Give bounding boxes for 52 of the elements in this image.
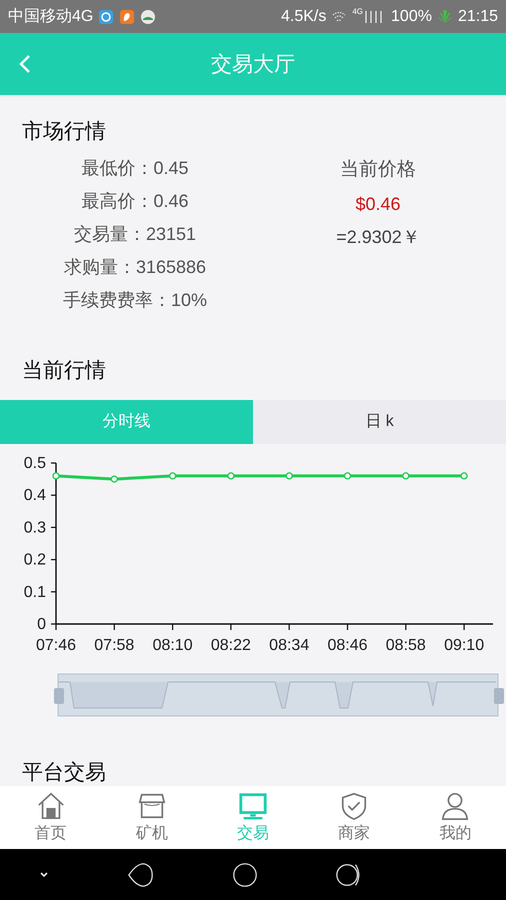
nav-tab[interactable]: 矿机 <box>101 786 202 850</box>
data-point <box>52 472 60 480</box>
x-tick-label: 08:34 <box>269 636 310 654</box>
price-value: $0.46 <box>355 192 401 216</box>
y-tick-label: 0 <box>37 616 46 633</box>
y-tick-label: 0.5 <box>24 454 46 472</box>
y-tick-label: 0.3 <box>24 519 46 536</box>
x-tick-label: 08:10 <box>152 636 193 654</box>
battery-level: 100% <box>391 8 432 26</box>
page-title: 交易大厅 <box>211 52 295 78</box>
price-label: 当前价格 <box>340 158 416 182</box>
nav-tab[interactable]: 商家 <box>304 786 405 850</box>
sync-app-icon <box>98 8 114 25</box>
nav-tab[interactable]: 我的 <box>404 786 506 850</box>
data-point <box>402 472 410 480</box>
section-title: 平台交易 <box>21 760 106 786</box>
monitor-icon <box>238 790 268 821</box>
data-point <box>227 472 235 480</box>
round-app-icon <box>140 8 156 25</box>
data-point <box>460 472 468 480</box>
clock-time: 21:15 <box>458 8 498 26</box>
stat-line: 求购量：3165886 <box>64 256 206 279</box>
home-circle-icon[interactable] <box>230 860 259 889</box>
chart-tab[interactable]: 日 k <box>253 400 506 444</box>
stat-line: 最低价：0.45 <box>81 156 189 180</box>
data-point <box>110 475 118 482</box>
stat-line: 最高价：0.46 <box>81 190 189 213</box>
x-tick-label: 08:58 <box>386 636 426 654</box>
data-point <box>344 472 352 480</box>
network-type: 4G <box>352 7 364 16</box>
stat-line: 交易量：23151 <box>74 222 196 246</box>
y-tick-label: 0.1 <box>24 584 46 601</box>
y-tick-label: 0.2 <box>24 551 46 568</box>
section-title: 市场行情 <box>21 118 106 145</box>
x-tick-label: 09:10 <box>444 636 484 654</box>
house-icon <box>36 790 66 821</box>
x-tick-label: 07:46 <box>36 636 76 654</box>
x-tick-label: 07:58 <box>94 636 134 654</box>
nav-tab[interactable]: 首页 <box>0 786 102 850</box>
back-drop-icon[interactable] <box>126 860 155 889</box>
y-tick-label: 0.4 <box>24 486 46 504</box>
data-point <box>168 472 176 480</box>
section-title: 当前行情 <box>21 358 106 384</box>
x-tick-label: 08:46 <box>327 636 368 654</box>
network-speed: 4.5K/s <box>281 8 326 26</box>
flower-logo-icon <box>436 8 453 25</box>
x-tick-label: 08:22 <box>210 636 251 654</box>
carrier-name: 中国移动4G <box>8 6 94 28</box>
data-point <box>286 472 293 480</box>
stat-line: 手续费费率：10% <box>62 288 208 312</box>
price-cny: =2.9302￥ <box>336 226 420 249</box>
person-icon <box>440 790 470 821</box>
